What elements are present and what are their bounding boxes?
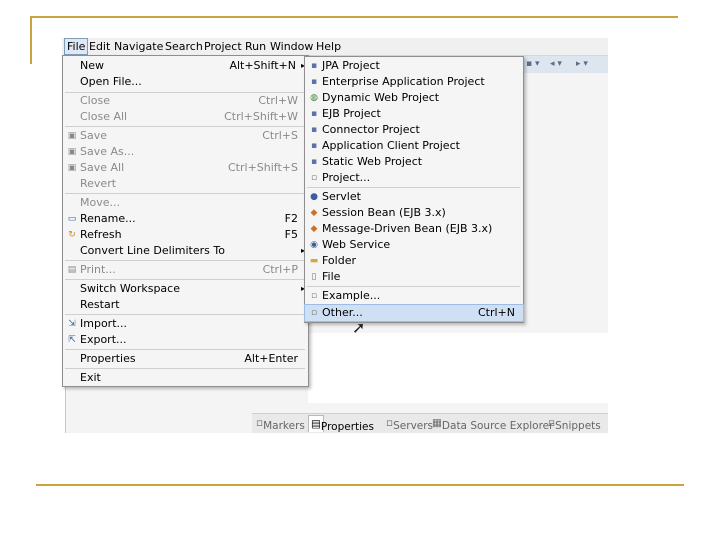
tab-properties[interactable]: ▤ Properties: [308, 415, 374, 433]
menu-separator: [65, 260, 305, 261]
slide-left-rule: [30, 16, 32, 64]
menu-file[interactable]: File: [64, 38, 89, 55]
mouse-pointer-icon: ➚: [352, 318, 366, 337]
toolbar-back-icon[interactable]: ◂ ▾: [550, 59, 562, 69]
export-icon: ⇱: [68, 335, 76, 345]
editor-area: [308, 333, 608, 403]
menu-item-export[interactable]: ⇱ Export...: [63, 332, 308, 348]
menu-separator: [65, 368, 305, 369]
menu-item-save[interactable]: ▣ Save Ctrl+S: [63, 128, 308, 144]
other-icon: ▫: [310, 308, 318, 318]
menu-item-revert[interactable]: Revert: [63, 176, 308, 192]
menu-separator: [65, 349, 305, 350]
menu-run[interactable]: Run: [245, 39, 266, 54]
save-icon: ▣: [67, 131, 77, 141]
menu-bar: File Edit Navigate Search Project Run Wi…: [62, 38, 608, 56]
save-all-icon: ▣: [67, 163, 77, 173]
menu-help[interactable]: Help: [316, 39, 341, 54]
slide-bottom-rule: [36, 484, 684, 486]
web-service-icon: ◉: [310, 240, 318, 250]
static-web-project-icon: ▪: [310, 157, 318, 167]
toolbar-arrow-icon[interactable]: ▪ ▾: [526, 59, 539, 69]
menu-separator: [65, 126, 305, 127]
submenu-item-jpa-project[interactable]: ▪ JPA Project: [305, 58, 523, 74]
menu-item-import[interactable]: ⇲ Import...: [63, 316, 308, 332]
file-icon: ▯: [311, 272, 317, 282]
submenu-item-enterprise-application-project[interactable]: ▪ Enterprise Application Project: [305, 74, 523, 90]
submenu-item-session-bean[interactable]: ◆ Session Bean (EJB 3.x): [305, 205, 523, 221]
menu-separator: [307, 187, 520, 188]
rename-icon: ▭: [67, 214, 77, 224]
menu-item-save-as[interactable]: ▣ Save As...: [63, 144, 308, 160]
submenu-item-ejb-project[interactable]: ▪ EJB Project: [305, 106, 523, 122]
connector-project-icon: ▪: [310, 125, 318, 135]
refresh-icon: ↻: [68, 230, 76, 240]
bottom-view-tabs: ▫ Markers ▤ Properties ▫ Servers ▦ Data …: [252, 413, 608, 433]
submenu-item-message-driven-bean[interactable]: ◆ Message-Driven Bean (EJB 3.x): [305, 221, 523, 237]
ejb-project-icon: ▪: [310, 109, 318, 119]
new-submenu: ▪ JPA Project ▪ Enterprise Application P…: [304, 56, 524, 323]
tab-snippets[interactable]: ▫ Snippets: [548, 417, 601, 432]
menu-item-rename[interactable]: ▭ Rename... F2: [63, 211, 308, 227]
menu-item-close[interactable]: Close Ctrl+W: [63, 93, 308, 109]
folder-icon: ▬: [309, 256, 319, 266]
print-icon: ▤: [67, 265, 77, 275]
message-driven-bean-icon: ◆: [310, 224, 318, 234]
menu-separator: [65, 279, 305, 280]
menu-item-print[interactable]: ▤ Print... Ctrl+P: [63, 262, 308, 278]
example-icon: ▫: [310, 291, 318, 301]
file-menu: New Alt+Shift+N ▸ Open File... Close Ctr…: [62, 55, 309, 387]
tab-data-source-explorer[interactable]: ▦ Data Source Explorer: [432, 417, 553, 432]
menu-item-exit[interactable]: Exit: [63, 370, 308, 386]
submenu-item-servlet[interactable]: ● Servlet: [305, 189, 523, 205]
menu-item-new[interactable]: New Alt+Shift+N ▸: [63, 58, 308, 74]
app-client-project-icon: ▪: [310, 141, 318, 151]
dynamic-web-project-icon: ◍: [310, 93, 318, 103]
jpa-project-icon: ▪: [310, 61, 318, 71]
submenu-item-static-web-project[interactable]: ▪ Static Web Project: [305, 154, 523, 170]
project-icon: ▫: [310, 173, 318, 183]
menu-edit[interactable]: Edit: [89, 39, 110, 54]
tab-markers[interactable]: ▫ Markers: [256, 417, 305, 432]
save-as-icon: ▣: [67, 147, 77, 157]
submenu-item-web-service[interactable]: ◉ Web Service: [305, 237, 523, 253]
submenu-item-file[interactable]: ▯ File: [305, 269, 523, 285]
menu-search[interactable]: Search: [165, 39, 203, 54]
menu-item-properties[interactable]: Properties Alt+Enter: [63, 351, 308, 367]
menu-window[interactable]: Window: [270, 39, 313, 54]
menu-item-close-all[interactable]: Close All Ctrl+Shift+W: [63, 109, 308, 125]
menu-item-restart[interactable]: Restart: [63, 297, 308, 313]
servlet-icon: ●: [310, 192, 318, 202]
menu-separator: [307, 286, 520, 287]
menu-separator: [65, 314, 305, 315]
submenu-item-dynamic-web-project[interactable]: ◍ Dynamic Web Project: [305, 90, 523, 106]
slide-top-rule: [30, 16, 678, 18]
menu-item-switch-workspace[interactable]: Switch Workspace ▸: [63, 281, 308, 297]
menu-item-open-file[interactable]: Open File...: [63, 74, 308, 90]
menu-item-convert-line-delimiters[interactable]: Convert Line Delimiters To ▸: [63, 243, 308, 259]
session-bean-icon: ◆: [310, 208, 318, 218]
submenu-item-connector-project[interactable]: ▪ Connector Project: [305, 122, 523, 138]
submenu-item-other[interactable]: ▫ Other... Ctrl+N: [304, 304, 524, 322]
enterprise-project-icon: ▪: [310, 77, 318, 87]
menu-item-save-all[interactable]: ▣ Save All Ctrl+Shift+S: [63, 160, 308, 176]
menu-navigate[interactable]: Navigate: [114, 39, 163, 54]
toolbar-strip: ▪ ▾ ◂ ▾ ▸ ▾: [520, 56, 608, 73]
submenu-item-project[interactable]: ▫ Project...: [305, 170, 523, 186]
menu-separator: [65, 193, 305, 194]
menu-item-move[interactable]: Move...: [63, 195, 308, 211]
import-icon: ⇲: [68, 319, 76, 329]
submenu-item-application-client-project[interactable]: ▪ Application Client Project: [305, 138, 523, 154]
menu-project[interactable]: Project: [204, 39, 242, 54]
submenu-item-example[interactable]: ▫ Example...: [305, 288, 523, 304]
toolbar-forward-icon[interactable]: ▸ ▾: [576, 59, 588, 69]
tab-servers[interactable]: ▫ Servers: [386, 417, 433, 432]
submenu-item-folder[interactable]: ▬ Folder: [305, 253, 523, 269]
menu-item-refresh[interactable]: ↻ Refresh F5: [63, 227, 308, 243]
